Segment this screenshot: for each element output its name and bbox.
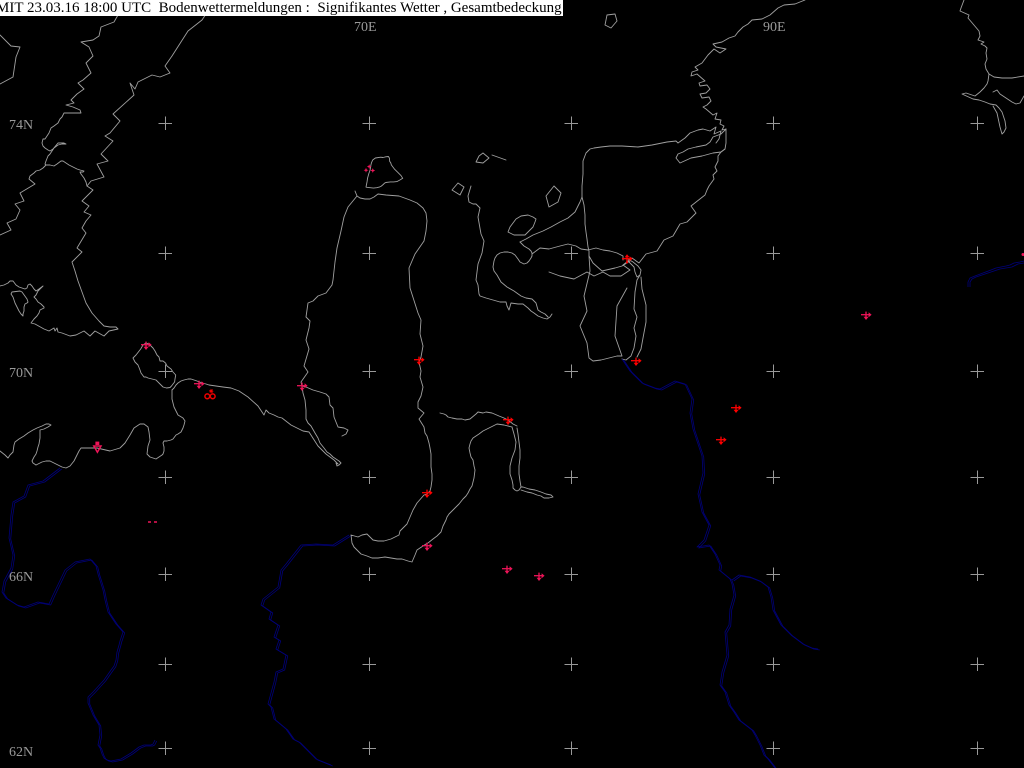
svg-text:90E: 90E bbox=[763, 20, 786, 35]
svg-text:70N: 70N bbox=[9, 366, 33, 381]
svg-text:66N: 66N bbox=[9, 570, 33, 585]
svg-text:62N: 62N bbox=[9, 745, 33, 760]
svg-text:74N: 74N bbox=[9, 118, 33, 133]
svg-text:70E: 70E bbox=[354, 20, 377, 35]
